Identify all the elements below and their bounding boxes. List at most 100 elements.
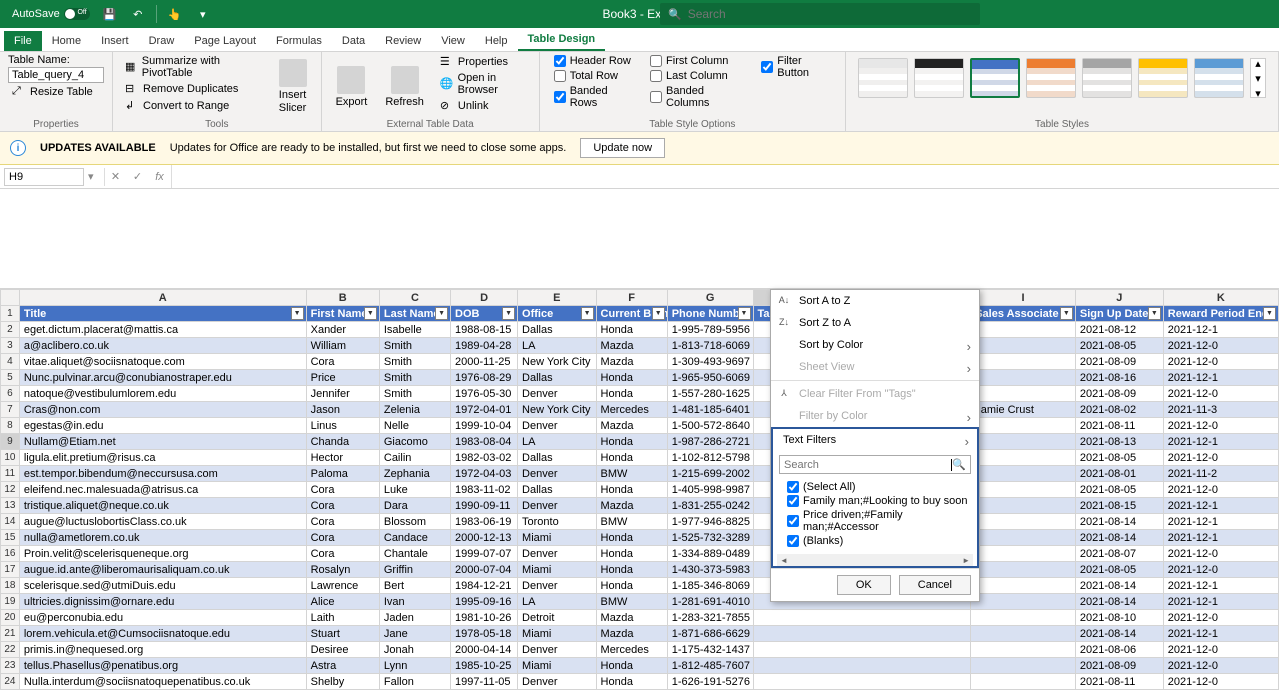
row-header[interactable]: 22 bbox=[1, 642, 20, 658]
cell[interactable]: 1-309-493-9697 bbox=[667, 354, 753, 370]
save-icon[interactable]: 💾 bbox=[98, 2, 122, 26]
cell[interactable]: Mercedes bbox=[596, 402, 667, 418]
cell[interactable]: 2021-08-12 bbox=[1075, 322, 1163, 338]
name-box-dropdown-icon[interactable]: ▾ bbox=[88, 170, 94, 183]
cell[interactable]: Miami bbox=[518, 626, 597, 642]
table-style-swatch[interactable] bbox=[858, 58, 908, 98]
first-col-check[interactable]: First Column bbox=[644, 54, 749, 68]
cell[interactable]: 2021-12-1 bbox=[1163, 514, 1278, 530]
cell[interactable]: Shelby bbox=[306, 674, 379, 690]
cell[interactable]: 1978-05-18 bbox=[451, 626, 518, 642]
cell[interactable]: augue@luctuslobortisClass.co.uk bbox=[19, 514, 306, 530]
cell[interactable]: BMW bbox=[596, 594, 667, 610]
cell[interactable] bbox=[971, 498, 1076, 514]
cell[interactable]: 2021-08-05 bbox=[1075, 338, 1163, 354]
cell[interactable]: 2021-12-1 bbox=[1163, 626, 1278, 642]
row-header[interactable]: 7 bbox=[1, 402, 20, 418]
cell[interactable]: Mazda bbox=[596, 610, 667, 626]
cell[interactable]: Nelle bbox=[379, 418, 450, 434]
cell[interactable]: 2021-12-0 bbox=[1163, 386, 1278, 402]
header-row-check[interactable]: Header Row bbox=[548, 54, 638, 68]
gallery-more-button[interactable]: ▴▾▾ bbox=[1250, 58, 1266, 98]
cell[interactable]: Dallas bbox=[518, 450, 597, 466]
cell[interactable]: 2021-08-10 bbox=[1075, 610, 1163, 626]
cell[interactable] bbox=[971, 434, 1076, 450]
table-style-swatch[interactable] bbox=[1026, 58, 1076, 98]
row-header[interactable]: 15 bbox=[1, 530, 20, 546]
filter-dropdown-icon[interactable]: ▼ bbox=[1148, 307, 1161, 320]
cell[interactable]: 1-185-346-8069 bbox=[667, 578, 753, 594]
cell[interactable] bbox=[753, 626, 971, 642]
cell[interactable]: 2021-12-0 bbox=[1163, 674, 1278, 690]
total-row-check[interactable]: Total Row bbox=[548, 69, 638, 83]
table-name-input[interactable] bbox=[8, 67, 104, 83]
cell[interactable] bbox=[971, 674, 1076, 690]
cell[interactable] bbox=[971, 386, 1076, 402]
cell[interactable]: Chanda bbox=[306, 434, 379, 450]
cell[interactable]: Bert bbox=[379, 578, 450, 594]
cell[interactable]: 1972-04-03 bbox=[451, 466, 518, 482]
cell[interactable]: Honda bbox=[596, 482, 667, 498]
cell[interactable]: Zephania bbox=[379, 466, 450, 482]
cell[interactable]: 2000-12-13 bbox=[451, 530, 518, 546]
select-all-cell[interactable] bbox=[1, 290, 20, 306]
banded-rows-check[interactable]: Banded Rows bbox=[548, 84, 638, 110]
cell[interactable]: 1-500-572-8640 bbox=[667, 418, 753, 434]
cell[interactable]: 2021-08-15 bbox=[1075, 498, 1163, 514]
cell[interactable]: 1-175-432-1437 bbox=[667, 642, 753, 658]
cell[interactable]: Miami bbox=[518, 562, 597, 578]
cell[interactable]: 2021-12-0 bbox=[1163, 482, 1278, 498]
search-bar[interactable]: 🔍 bbox=[660, 3, 980, 25]
cell[interactable]: Jane bbox=[379, 626, 450, 642]
cell[interactable]: 2021-12-1 bbox=[1163, 498, 1278, 514]
cell[interactable]: 1976-08-29 bbox=[451, 370, 518, 386]
filter-cancel-button[interactable]: Cancel bbox=[899, 575, 971, 595]
table-header[interactable]: Office▼ bbox=[518, 306, 597, 322]
cell[interactable]: Price bbox=[306, 370, 379, 386]
cell[interactable]: augue.id.ante@liberomaurisaliquam.co.uk bbox=[19, 562, 306, 578]
cell[interactable]: Cora bbox=[306, 354, 379, 370]
cell[interactable]: 2021-12-1 bbox=[1163, 578, 1278, 594]
cell[interactable]: 2021-12-0 bbox=[1163, 546, 1278, 562]
tab-insert[interactable]: Insert bbox=[91, 31, 139, 51]
table-header[interactable]: Phone Number▼ bbox=[667, 306, 753, 322]
tab-review[interactable]: Review bbox=[375, 31, 431, 51]
cell[interactable]: 2021-08-01 bbox=[1075, 466, 1163, 482]
cell[interactable]: 2021-12-0 bbox=[1163, 354, 1278, 370]
table-header[interactable]: Title▼ bbox=[19, 306, 306, 322]
cell[interactable]: 1-831-255-0242 bbox=[667, 498, 753, 514]
cell[interactable]: 1999-07-07 bbox=[451, 546, 518, 562]
row-header[interactable]: 20 bbox=[1, 610, 20, 626]
table-header[interactable]: Current Brand▼ bbox=[596, 306, 667, 322]
cell[interactable]: Jennifer bbox=[306, 386, 379, 402]
sort-by-color[interactable]: Sort by Color bbox=[771, 334, 979, 356]
cell[interactable]: Honda bbox=[596, 434, 667, 450]
row-header[interactable]: 2 bbox=[1, 322, 20, 338]
cell[interactable] bbox=[971, 450, 1076, 466]
cell[interactable]: 1981-10-26 bbox=[451, 610, 518, 626]
row-header[interactable]: 17 bbox=[1, 562, 20, 578]
cell[interactable]: LA bbox=[518, 338, 597, 354]
cell[interactable]: 2021-12-0 bbox=[1163, 338, 1278, 354]
fx-icon[interactable]: fx bbox=[149, 171, 171, 183]
cell[interactable]: egestas@in.edu bbox=[19, 418, 306, 434]
cell[interactable]: 2000-07-04 bbox=[451, 562, 518, 578]
cell[interactable]: Miami bbox=[518, 530, 597, 546]
cell[interactable]: 2021-08-05 bbox=[1075, 450, 1163, 466]
cell[interactable]: 2000-04-14 bbox=[451, 642, 518, 658]
resize-table-button[interactable]: ⤢Resize Table bbox=[8, 84, 104, 100]
cell[interactable]: eu@perconubia.edu bbox=[19, 610, 306, 626]
table-header[interactable]: Sign Up Date▼ bbox=[1075, 306, 1163, 322]
col-header[interactable]: D bbox=[451, 290, 518, 306]
cell[interactable]: 1984-12-21 bbox=[451, 578, 518, 594]
properties-button[interactable]: ☰Properties bbox=[436, 54, 531, 70]
col-header[interactable]: A bbox=[19, 290, 306, 306]
cell[interactable] bbox=[971, 322, 1076, 338]
row-header[interactable]: 10 bbox=[1, 450, 20, 466]
cell[interactable]: 1995-09-16 bbox=[451, 594, 518, 610]
cell[interactable]: BMW bbox=[596, 466, 667, 482]
cell[interactable]: Mazda bbox=[596, 418, 667, 434]
cell[interactable]: Honda bbox=[596, 578, 667, 594]
tab-page-layout[interactable]: Page Layout bbox=[184, 31, 266, 51]
cell[interactable]: Jaden bbox=[379, 610, 450, 626]
